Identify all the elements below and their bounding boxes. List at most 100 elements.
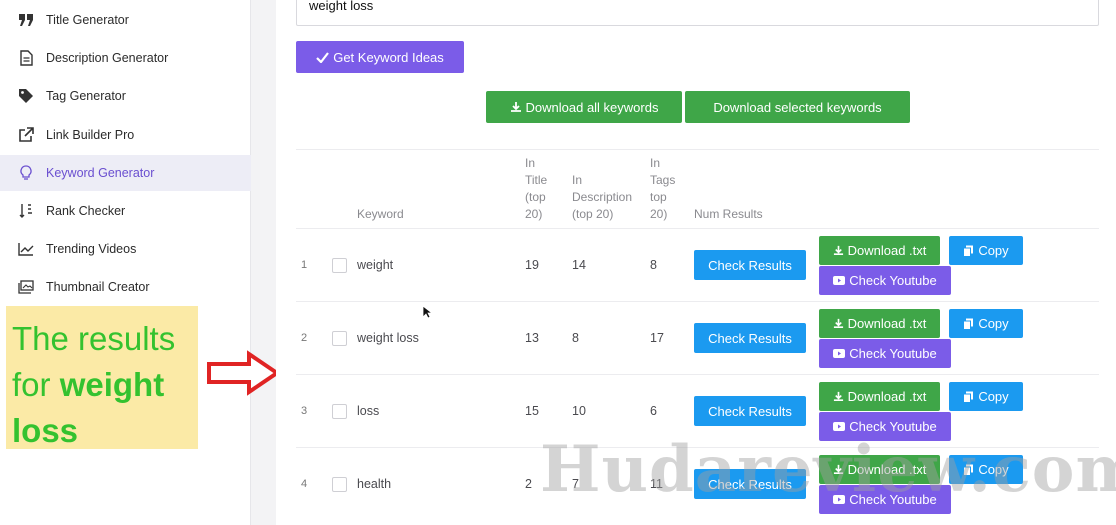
download-all-keywords-button[interactable]: Download all keywords: [486, 91, 682, 123]
main-panel: weight loss Get Keyword Ideas Download a…: [276, 0, 1116, 525]
youtube-icon: [833, 495, 846, 504]
button-label: Check Results: [708, 476, 792, 492]
callout-line-1: The results: [12, 320, 176, 357]
table-row: 1 weight 19 14 8 Check Results Download …: [296, 229, 1099, 302]
button-label: Check Results: [708, 330, 792, 346]
check-youtube-button[interactable]: Check Youtube: [819, 339, 951, 368]
button-label: Check Youtube: [849, 492, 937, 507]
copy-button[interactable]: Copy: [949, 455, 1023, 484]
download-txt-button[interactable]: Download .txt: [819, 382, 940, 411]
sidebar-item-keyword-generator[interactable]: Keyword Generator: [0, 155, 251, 191]
download-selected-keywords-button[interactable]: Download selected keywords: [685, 91, 910, 123]
download-icon: [833, 391, 844, 402]
mouse-cursor-icon: [422, 305, 432, 319]
sidebar: Title Generator Description Generator Ta…: [0, 0, 251, 525]
check-youtube-button[interactable]: Check Youtube: [819, 266, 951, 295]
header-text: top: [650, 190, 667, 204]
header-text: (top 20): [572, 207, 614, 221]
row-in-tags: 6: [650, 404, 657, 418]
row-checkbox[interactable]: [332, 331, 347, 346]
button-label: Check Results: [708, 403, 792, 419]
youtube-icon: [833, 422, 846, 431]
button-label: Download selected keywords: [713, 99, 882, 115]
header-in-title: In Title (top 20): [525, 155, 547, 223]
button-label: Check Youtube: [849, 419, 937, 434]
callout-bold-text: weight: [59, 366, 165, 403]
callout-line-3: loss: [12, 408, 192, 454]
button-label: Get Keyword Ideas: [333, 49, 444, 65]
image-icon: [16, 277, 36, 297]
copy-button[interactable]: Copy: [949, 236, 1023, 265]
header-in-description: In Description (top 20): [572, 172, 632, 223]
sidebar-item-title-generator[interactable]: Title Generator: [0, 2, 251, 38]
sidebar-item-label: Rank Checker: [46, 204, 126, 218]
row-checkbox[interactable]: [332, 477, 347, 492]
button-label: Download .txt: [847, 462, 927, 477]
row-in-title: 13: [525, 331, 539, 345]
row-in-description: 14: [572, 258, 586, 272]
keyword-input[interactable]: weight loss: [296, 0, 1099, 26]
check-youtube-button[interactable]: Check Youtube: [819, 412, 951, 441]
button-label: Copy: [978, 389, 1009, 404]
check-youtube-button[interactable]: Check Youtube: [819, 485, 951, 514]
sidebar-item-description-generator[interactable]: Description Generator: [0, 40, 251, 76]
copy-icon: [963, 245, 974, 257]
sort-icon: [16, 201, 36, 221]
row-index: 2: [301, 332, 308, 344]
button-label: Copy: [978, 316, 1009, 331]
download-txt-button[interactable]: Download .txt: [819, 236, 940, 265]
document-icon: [16, 48, 36, 68]
youtube-icon: [833, 349, 846, 358]
download-txt-button[interactable]: Download .txt: [819, 455, 940, 484]
copy-button[interactable]: Copy: [949, 309, 1023, 338]
sidebar-item-tag-generator[interactable]: Tag Generator: [0, 78, 251, 114]
header-keyword: Keyword: [357, 207, 404, 221]
download-icon: [833, 318, 844, 329]
row-in-title: 19: [525, 258, 539, 272]
table-row: 2 weight loss 13 8 17 Check Results Down…: [296, 302, 1099, 375]
sidebar-item-thumbnail-creator[interactable]: Thumbnail Creator: [0, 269, 251, 305]
check-results-button[interactable]: Check Results: [694, 250, 806, 280]
row-in-description: 10: [572, 404, 586, 418]
results-callout: The results for weight loss: [6, 306, 198, 449]
sidebar-item-link-builder-pro[interactable]: Link Builder Pro: [0, 117, 251, 153]
button-label: Download all keywords: [525, 99, 659, 115]
row-index: 1: [301, 259, 308, 271]
check-icon: [316, 51, 330, 63]
table-row: 4 health 2 7 11 Check Results Download .…: [296, 448, 1099, 521]
table-row: 3 loss 15 10 6 Check Results Download .t…: [296, 375, 1099, 448]
row-checkbox[interactable]: [332, 404, 347, 419]
button-label: Check Youtube: [849, 346, 937, 361]
button-label: Copy: [978, 462, 1009, 477]
sidebar-item-trending-videos[interactable]: Trending Videos: [0, 231, 251, 267]
sidebar-item-rank-checker[interactable]: Rank Checker: [0, 193, 251, 229]
header-text: In: [572, 173, 583, 187]
button-label: Copy: [978, 243, 1009, 258]
get-keyword-ideas-button[interactable]: Get Keyword Ideas: [296, 41, 464, 73]
row-keyword: health: [357, 477, 392, 491]
header-text: In: [525, 156, 536, 170]
sidebar-item-label: Thumbnail Creator: [46, 280, 150, 294]
lightbulb-icon: [16, 163, 36, 183]
table-header: Keyword In Title (top 20) In Description…: [296, 149, 1099, 229]
sidebar-item-label: Description Generator: [46, 51, 169, 65]
download-txt-button[interactable]: Download .txt: [819, 309, 940, 338]
check-results-button[interactable]: Check Results: [694, 469, 806, 499]
row-in-description: 7: [572, 477, 579, 491]
row-keyword: loss: [357, 404, 380, 418]
row-in-tags: 8: [650, 258, 657, 272]
check-results-button[interactable]: Check Results: [694, 396, 806, 426]
youtube-icon: [833, 276, 846, 285]
sidebar-item-label: Title Generator: [46, 13, 129, 27]
check-results-button[interactable]: Check Results: [694, 323, 806, 353]
row-checkbox[interactable]: [332, 258, 347, 273]
row-in-tags: 11: [650, 477, 663, 491]
callout-line-2: for weight: [12, 362, 192, 408]
row-index: 3: [301, 405, 308, 417]
row-in-description: 8: [572, 331, 579, 345]
header-text: Tags: [650, 173, 676, 187]
row-keyword: weight loss: [357, 331, 419, 345]
copy-button[interactable]: Copy: [949, 382, 1023, 411]
download-icon: [833, 464, 844, 475]
sidebar-item-label: Link Builder Pro: [46, 128, 135, 142]
